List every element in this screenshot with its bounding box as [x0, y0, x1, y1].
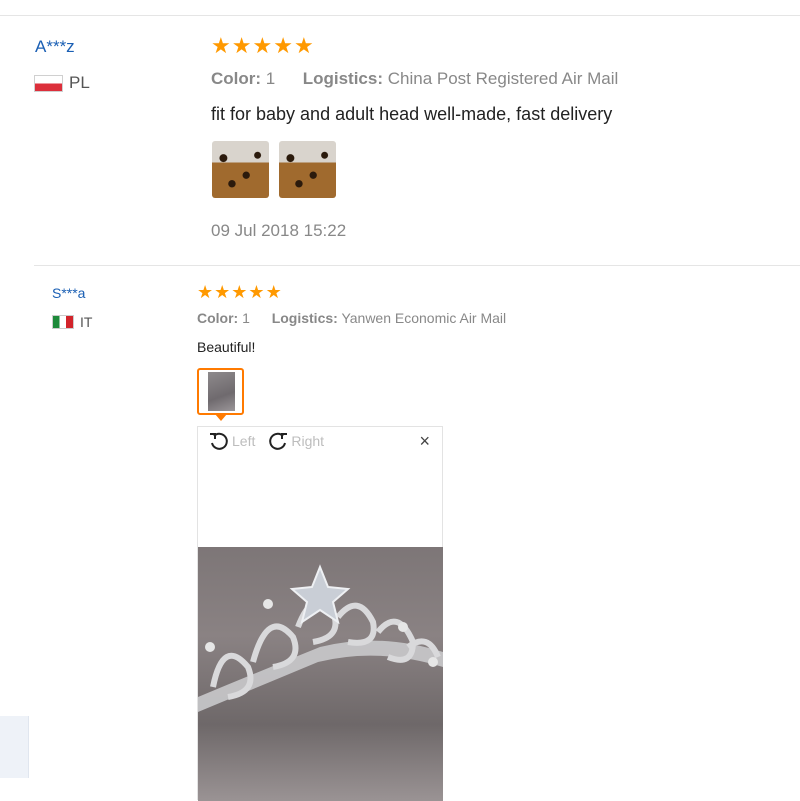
crown-photo	[198, 564, 443, 712]
star-icon: ★	[197, 282, 214, 302]
star-rating: ★ ★ ★ ★ ★	[197, 283, 282, 301]
star-icon: ★	[265, 282, 282, 302]
star-icon: ★	[248, 282, 265, 302]
star-icon: ★	[252, 33, 273, 58]
side-widget[interactable]	[0, 716, 29, 778]
logistics-value: China Post Registered Air Mail	[387, 69, 619, 88]
reviewer-country: IT	[52, 314, 92, 330]
flag-pl-icon	[34, 74, 63, 92]
reviewer-country: PL	[34, 73, 90, 93]
color-label: Color:	[197, 310, 239, 326]
viewer-toolbar: Left Right	[208, 430, 336, 452]
photo-viewer: Left Right ×	[197, 426, 443, 801]
review-text: fit for baby and adult head well-made, f…	[211, 104, 613, 124]
review-photo-thumbnail-active[interactable]	[197, 368, 244, 415]
rotate-right-icon	[269, 432, 288, 450]
review-photo-thumbnail[interactable]	[212, 141, 269, 198]
review-photo-thumbnail[interactable]	[279, 141, 336, 198]
review-divider	[34, 265, 800, 266]
color-value: 1	[265, 69, 276, 88]
color-label: Color:	[211, 69, 262, 88]
star-rating: ★ ★ ★ ★ ★	[211, 35, 314, 57]
logistics-label: Logistics:	[302, 69, 384, 88]
review-date: 09 Jul 2018 15:22	[211, 221, 347, 240]
rotate-left-button[interactable]: Left	[208, 430, 255, 452]
rotate-right-label: Right	[291, 433, 325, 449]
rotate-left-icon	[210, 432, 228, 450]
country-code: PL	[69, 73, 90, 92]
enlarged-review-photo	[198, 547, 443, 801]
rotate-left-label: Left	[232, 433, 256, 449]
order-info: Color: 1 Logistics: China Post Registere…	[211, 69, 618, 89]
flag-it-icon	[52, 315, 74, 329]
reviewer-name[interactable]: A***z	[35, 37, 75, 57]
review-text: Beautiful!	[197, 339, 256, 355]
star-icon: ★	[231, 33, 252, 58]
top-divider	[0, 15, 800, 16]
star-icon: ★	[273, 33, 293, 58]
rotate-right-button[interactable]: Right	[267, 430, 324, 452]
reviewer-name[interactable]: S***a	[52, 285, 85, 301]
star-icon: ★	[293, 33, 314, 58]
thumbnail-image	[208, 372, 235, 411]
close-icon[interactable]: ×	[419, 432, 430, 450]
star-icon: ★	[231, 282, 248, 302]
color-value: 1	[242, 310, 250, 326]
active-thumbnail-caret	[215, 414, 227, 421]
logistics-label: Logistics:	[271, 310, 338, 326]
star-icon: ★	[214, 282, 231, 302]
country-code: IT	[80, 314, 93, 330]
logistics-value: Yanwen Economic Air Mail	[341, 310, 507, 326]
order-info: Color: 1 Logistics: Yanwen Economic Air …	[197, 310, 506, 326]
star-icon: ★	[211, 33, 231, 58]
